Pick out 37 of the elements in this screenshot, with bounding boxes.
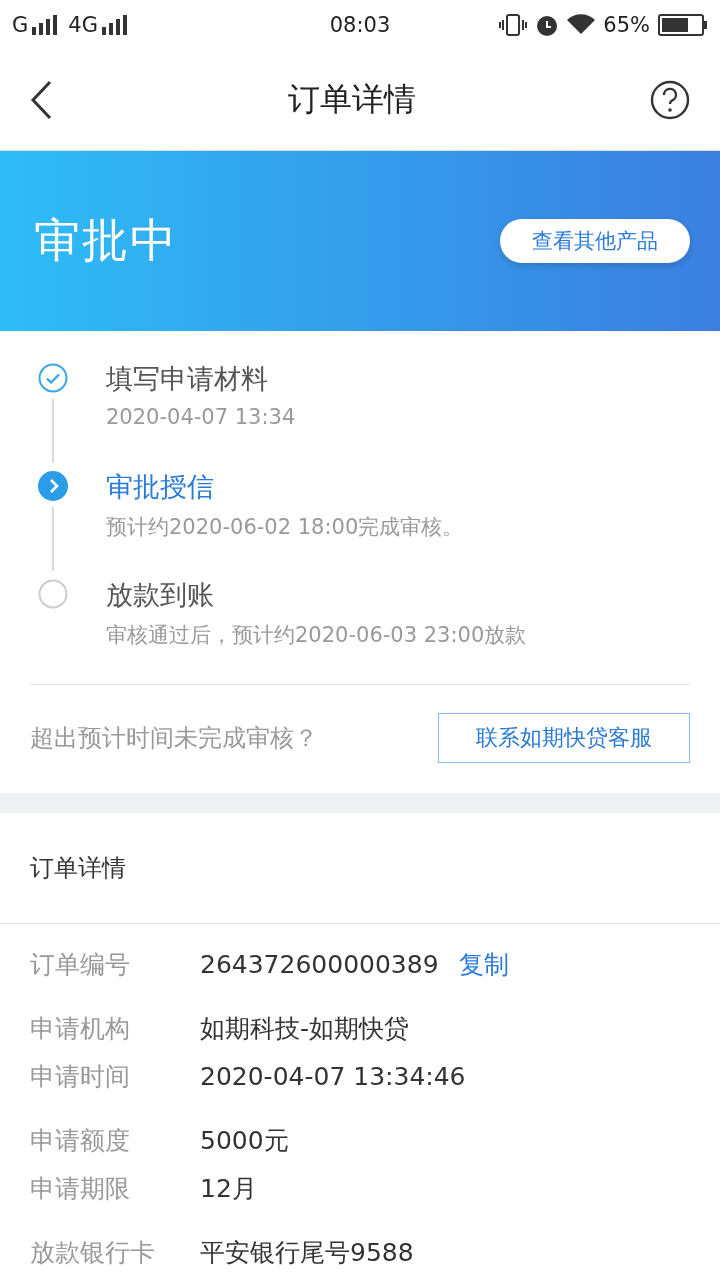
clock-time: 08:03	[329, 13, 391, 37]
signal-icon	[101, 15, 128, 35]
signal-icon	[32, 15, 59, 35]
contact-service-button[interactable]: 联系如期快贷客服	[438, 713, 690, 763]
step-detail: 审核通过后，预计约2020-06-03 23:00放款	[106, 622, 527, 649]
field-value: 264372600000389	[200, 949, 439, 979]
field-label: 申请额度	[30, 1124, 131, 1157]
field-value: 12月	[200, 1172, 257, 1205]
field-value: 5000元	[200, 1124, 289, 1157]
step-title: 填写申请材料	[106, 362, 269, 396]
field-label: 申请时间	[30, 1060, 131, 1093]
copy-link[interactable]: 复制	[458, 947, 509, 981]
network-label: 4G	[68, 13, 98, 37]
help-question: 超出预计时间未完成审核？	[30, 723, 318, 754]
other-products-button[interactable]: 查看其他产品	[500, 219, 690, 263]
back-icon[interactable]	[30, 80, 54, 120]
step-title: 放款到账	[106, 578, 215, 612]
status-title: 审批中	[34, 212, 178, 269]
field-label: 订单编号	[30, 948, 131, 981]
carrier-label: G	[12, 13, 29, 37]
step-title: 审批授信	[106, 470, 215, 504]
step-detail: 2020-04-07 13:34	[106, 405, 296, 429]
field-label: 放款银行卡	[30, 1236, 156, 1269]
section-title: 订单详情	[0, 813, 720, 924]
field-label: 申请机构	[30, 1012, 131, 1045]
step-detail: 预计约2020-06-02 18:00完成审核。	[106, 514, 464, 541]
wifi-icon	[567, 14, 596, 36]
field-value: 2020-04-07 13:34:46	[200, 1061, 466, 1091]
field-label: 申请期限	[30, 1172, 131, 1205]
field-value: 平安银行尾号9588	[200, 1236, 414, 1269]
battery-icon	[658, 14, 708, 36]
alarm-icon	[535, 13, 560, 37]
battery-percent: 65%	[603, 13, 650, 37]
field-value: 如期科技-如期快贷	[200, 1012, 410, 1045]
vibrate-icon	[499, 14, 528, 36]
page-title: 订单详情	[288, 79, 416, 120]
help-icon[interactable]	[650, 80, 690, 120]
